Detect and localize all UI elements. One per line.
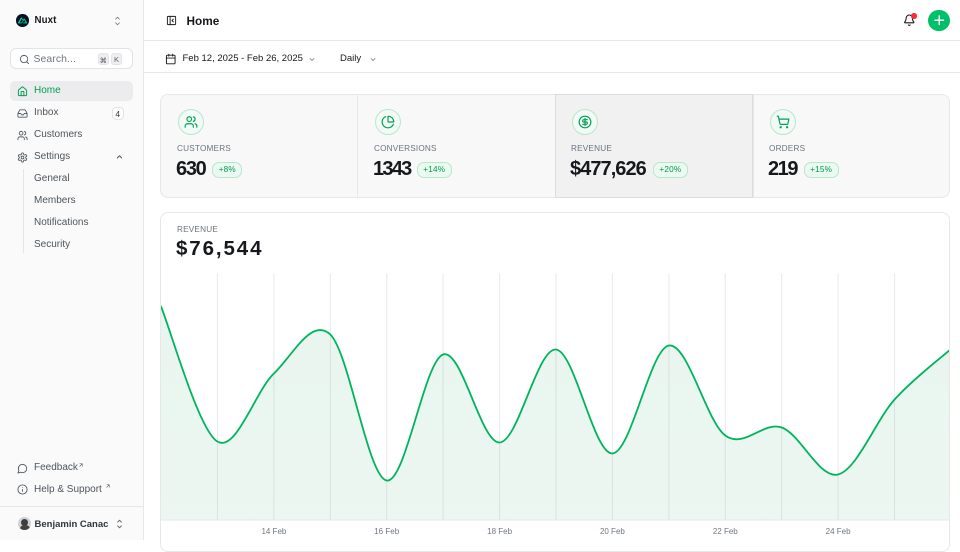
svg-text:14 Feb: 14 Feb xyxy=(261,527,286,536)
svg-text:18 Feb: 18 Feb xyxy=(487,527,512,536)
svg-text:20 Feb: 20 Feb xyxy=(600,527,625,536)
svg-text:22 Feb: 22 Feb xyxy=(713,527,738,536)
svg-text:16 Feb: 16 Feb xyxy=(374,527,399,536)
svg-text:24 Feb: 24 Feb xyxy=(826,527,851,536)
